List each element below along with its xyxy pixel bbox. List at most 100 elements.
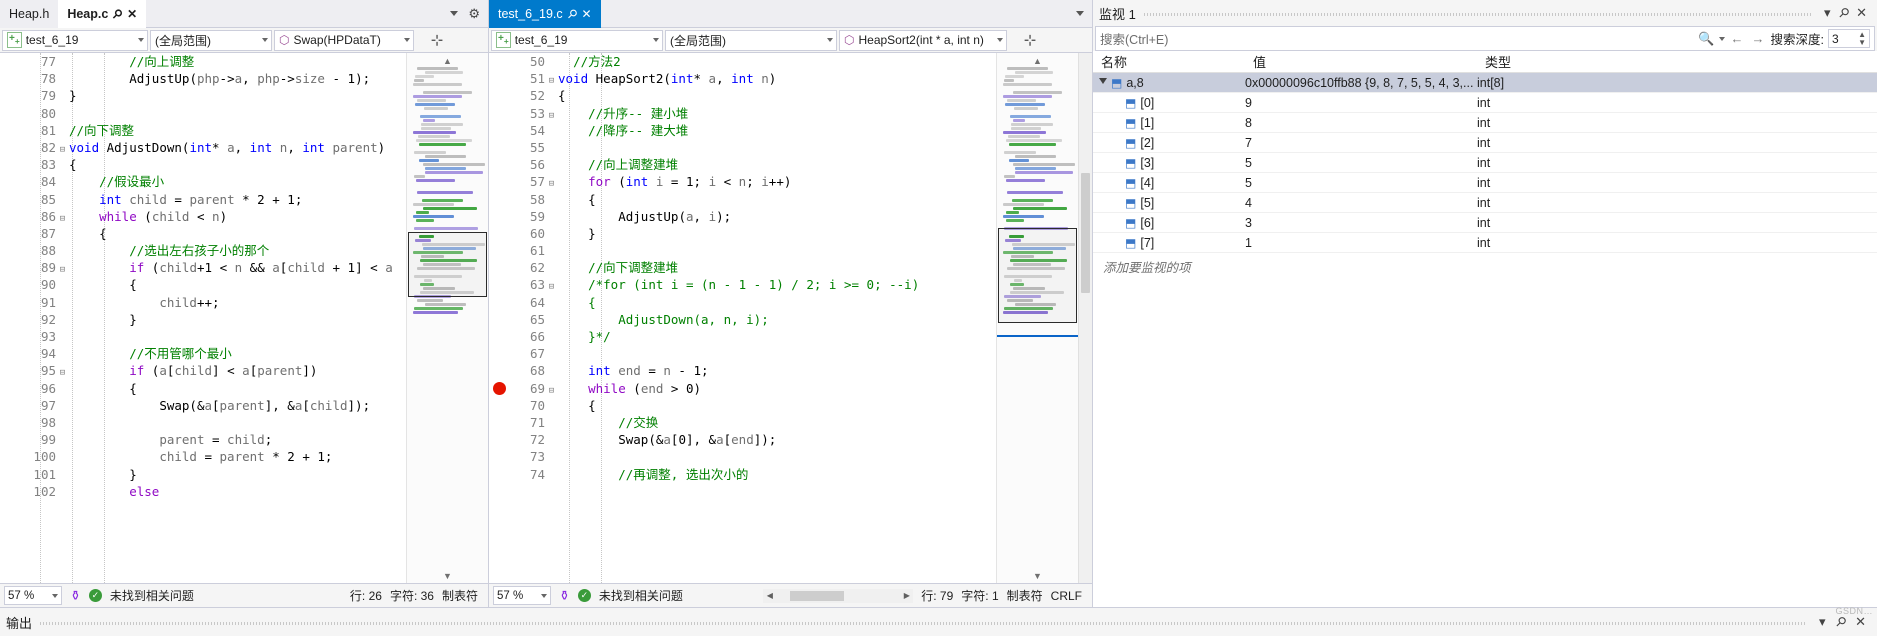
code-line[interactable]: 79} [22, 87, 406, 104]
scroll-left-icon[interactable]: ◀ [763, 591, 776, 600]
pin-icon[interactable]: ⚲ [110, 6, 126, 22]
code-line[interactable]: 61 [511, 242, 996, 259]
project-dropdown-left[interactable]: ++ test_6_19 [2, 29, 148, 51]
lightbulb-icon[interactable]: ⚱ [559, 588, 570, 604]
code-line[interactable]: 98 [22, 414, 406, 431]
watch-row[interactable]: ⬒ [3] 5 int [1093, 153, 1877, 173]
search-depth-stepper[interactable]: 3 ▲ ▼ [1828, 29, 1870, 48]
code-line[interactable]: 81 //向下调整 [22, 122, 406, 139]
vertical-scrollbar-right[interactable] [1078, 53, 1092, 583]
watch-value[interactable]: 5 [1245, 176, 1477, 190]
code-line[interactable]: 95 ⊟ if (a[child] < a[parent]) [22, 362, 406, 379]
code-line[interactable]: 64 { [511, 294, 996, 311]
search-icon[interactable]: 🔍 [1698, 31, 1714, 47]
close-icon[interactable]: ✕ [581, 7, 591, 21]
code-line[interactable]: 87 { [22, 225, 406, 242]
gear-icon[interactable]: ⚙ [468, 6, 480, 22]
close-icon[interactable]: ✕ [127, 7, 137, 21]
scroll-right-icon[interactable]: ▶ [900, 591, 913, 600]
code-line[interactable]: 56 //向上调整建堆 [511, 156, 996, 173]
minimap-left[interactable]: ▲ ▼ [406, 53, 488, 583]
watch-row[interactable]: ⬒ [6] 3 int [1093, 213, 1877, 233]
title-drag-dots[interactable] [40, 619, 1807, 625]
code-line[interactable]: 82 ⊟ void AdjustDown(int* a, int n, int pa… [22, 139, 406, 156]
watch-value[interactable]: 5 [1245, 156, 1477, 170]
chevron-down-icon[interactable] [1718, 36, 1725, 41]
code-line[interactable]: 53 ⊟ //升序-- 建小堆 [511, 105, 996, 122]
code-line[interactable]: 92 } [22, 311, 406, 328]
minimap-scroll-down-icon[interactable]: ▼ [407, 571, 488, 581]
code-line[interactable]: 88 //选出左右孩子小的那个 [22, 242, 406, 259]
code-line[interactable]: 97 Swap(&a[parent], &a[child]); [22, 397, 406, 414]
member-dropdown-right[interactable]: ⬡ HeapSort2(int * a, int n) [839, 29, 1007, 51]
scope-dropdown-left[interactable]: (全局范围) [150, 29, 272, 51]
split-window-icon[interactable]: ⊹ [416, 29, 458, 51]
code-line[interactable]: 101 } [22, 466, 406, 483]
zoom-dropdown-right[interactable]: 57 % [493, 586, 551, 605]
code-line[interactable]: 93 [22, 328, 406, 345]
chevron-down-icon[interactable] [1076, 11, 1084, 16]
code-line[interactable]: 60 } [511, 225, 996, 242]
code-line[interactable]: 78 AdjustUp(php->a, php->size - 1); [22, 70, 406, 87]
tab-heap-h[interactable]: Heap.h [0, 0, 59, 28]
minimap-right[interactable]: ▲ ▼ [996, 53, 1078, 583]
horizontal-scrollbar-right[interactable]: ◀ ▶ [763, 588, 914, 603]
code-line[interactable]: 89 ⊟ if (child+1 < n && a[child + 1] < a [22, 259, 406, 276]
watch-value[interactable]: 0x00000096c10ffb88 {9, 8, 7, 5, 5, 4, 3,… [1245, 76, 1477, 90]
code-area-right[interactable]: 50 //方法2 51 ⊟ void HeapSort2(int* a, int n)… [511, 53, 996, 583]
code-line[interactable]: 72 Swap(&a[0], &a[end]); [511, 431, 996, 448]
expander-icon[interactable] [1099, 77, 1107, 88]
column-header-value[interactable]: 值 [1245, 52, 1477, 71]
code-line[interactable]: 90 { [22, 276, 406, 293]
column-header-type[interactable]: 类型 [1477, 52, 1877, 71]
scrollbar-thumb[interactable] [790, 590, 845, 601]
search-input[interactable]: 搜索(Ctrl+E) [1100, 29, 1694, 48]
glyph-margin-left[interactable] [0, 53, 22, 583]
code-line[interactable]: 55 [511, 139, 996, 156]
scope-dropdown-right[interactable]: (全局范围) [665, 29, 837, 51]
code-line[interactable]: 100 child = parent * 2 + 1; [22, 448, 406, 465]
add-watch-hint[interactable]: 添加要监视的项 [1093, 253, 1877, 276]
watch-row[interactable]: ⬒ a,8 0x00000096c10ffb88 {9, 8, 7, 5, 5, 4… [1093, 73, 1877, 93]
code-line[interactable]: 83 { [22, 156, 406, 173]
code-line[interactable]: 71 //交换 [511, 414, 996, 431]
code-area-left[interactable]: 77 //向上调整 78 AdjustUp(php->a, php->size -… [22, 53, 406, 583]
code-line[interactable]: 69 ⊟ while (end > 0) [511, 380, 996, 397]
code-line[interactable]: 84 //假设最小 [22, 173, 406, 190]
code-line[interactable]: 59 AdjustUp(a, i); [511, 208, 996, 225]
minimap-scroll-up-icon[interactable]: ▲ [407, 53, 488, 66]
code-line[interactable]: 65 AdjustDown(a, n, i); [511, 311, 996, 328]
minimap-viewport[interactable] [408, 232, 487, 297]
chevron-down-icon[interactable] [450, 11, 459, 16]
code-line[interactable]: 57 ⊟ for (int i = 1; i < n; i++) [511, 173, 996, 190]
watch-value[interactable]: 8 [1245, 116, 1477, 130]
code-line[interactable]: 74 //再调整, 选出次小的 [511, 466, 996, 483]
column-header-name[interactable]: 名称 [1093, 52, 1245, 71]
tab-heap-c[interactable]: Heap.c ⚲ ✕ [58, 0, 147, 28]
code-line[interactable]: 66 }*/ [511, 328, 996, 345]
minimap-scroll-up-icon[interactable]: ▲ [997, 53, 1078, 66]
spinner-icon[interactable]: ▲ ▼ [1858, 30, 1866, 47]
pin-icon[interactable]: ⚲ [564, 6, 580, 22]
code-line[interactable]: 52 { [511, 87, 996, 104]
close-icon[interactable]: ✕ [1850, 614, 1871, 630]
code-line[interactable]: 80 [22, 105, 406, 122]
float-window-icon[interactable]: ▾ [1814, 614, 1831, 630]
watch-value[interactable]: 9 [1245, 96, 1477, 110]
code-line[interactable]: 99 parent = child; [22, 431, 406, 448]
watch-row[interactable]: ⬒ [2] 7 int [1093, 133, 1877, 153]
code-line[interactable]: 54 //降序-- 建大堆 [511, 122, 996, 139]
glyph-margin-right[interactable] [489, 53, 511, 583]
watch-row[interactable]: ⬒ [5] 4 int [1093, 193, 1877, 213]
code-line[interactable]: 63 ⊟ /*for (int i = (n - 1 - 1) / 2; i >=… [511, 276, 996, 293]
lightbulb-icon[interactable]: ⚱ [70, 588, 81, 604]
watch-value[interactable]: 4 [1245, 196, 1477, 210]
arrow-left-icon[interactable]: ← [1729, 31, 1746, 46]
code-line[interactable]: 102 else [22, 483, 406, 500]
tab-test-6-19-c[interactable]: test_6_19.c ⚲ ✕ [489, 0, 601, 28]
watch-value[interactable]: 1 [1245, 236, 1477, 250]
arrow-right-icon[interactable]: → [1750, 31, 1767, 46]
breakpoint-icon[interactable] [493, 381, 506, 395]
code-line[interactable]: 70 { [511, 397, 996, 414]
code-line[interactable]: 91 child++; [22, 294, 406, 311]
